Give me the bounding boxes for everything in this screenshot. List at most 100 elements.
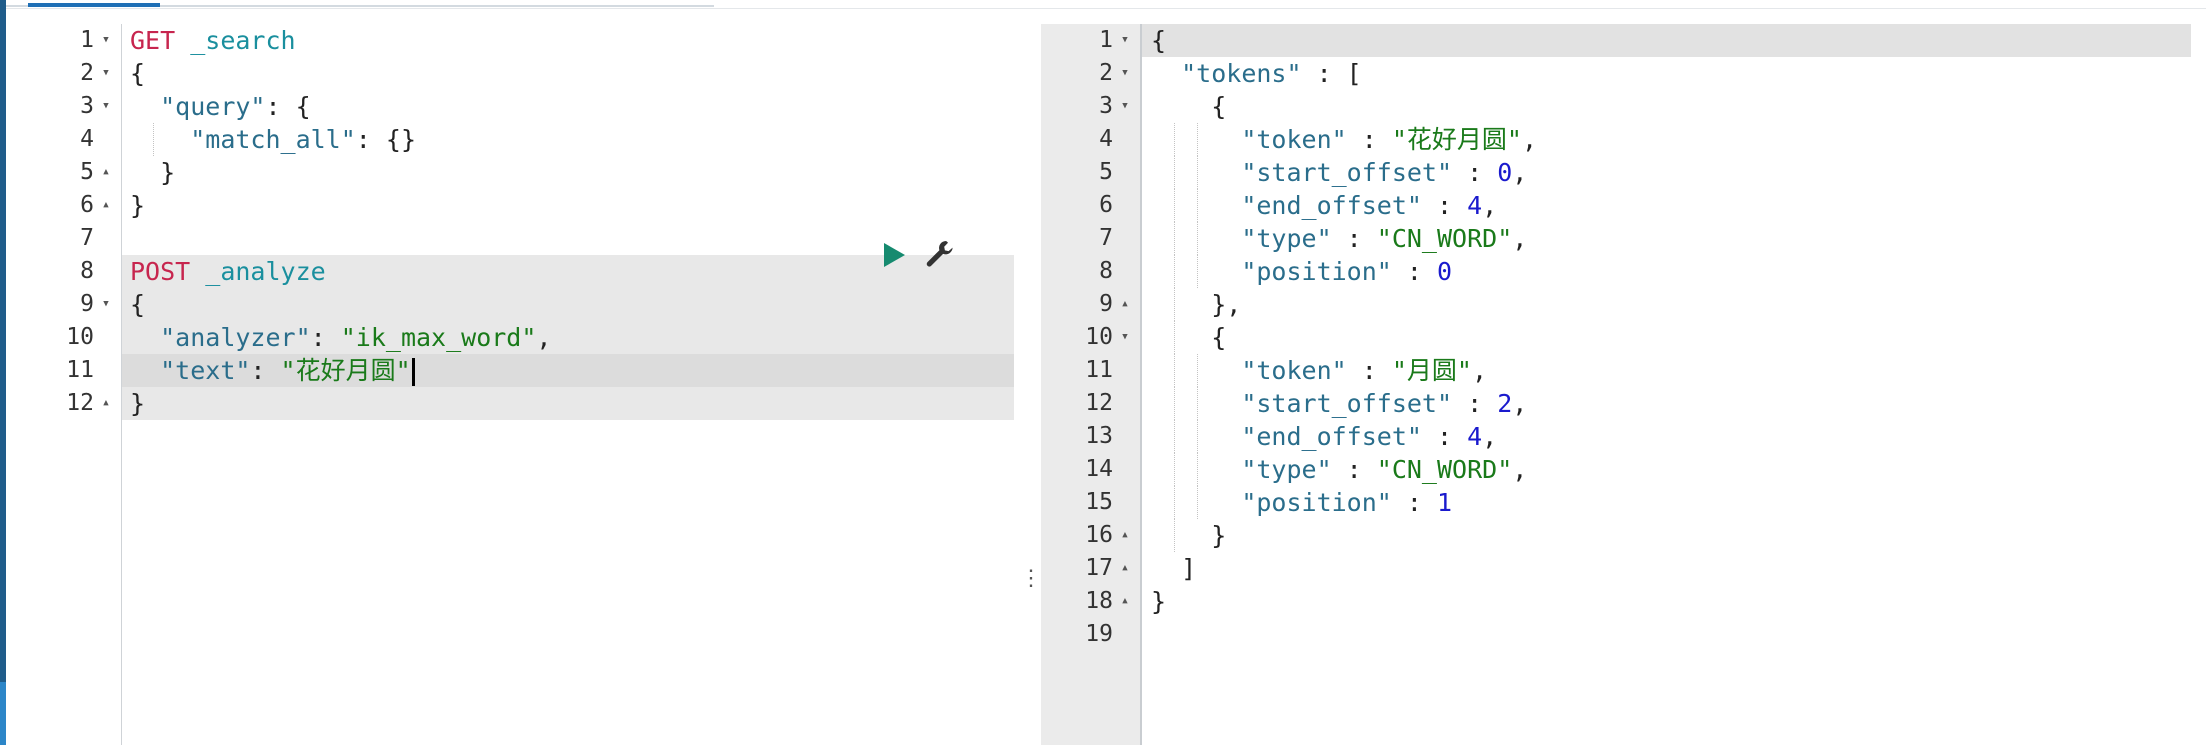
code-text[interactable]: "start_offset" : 2, — [1151, 387, 2191, 420]
code-line[interactable]: 8 POST _analyze — [22, 255, 1014, 288]
code-token: "CN_WORD" — [1376, 224, 1513, 253]
code-line[interactable]: 2 ▼ "tokens" : [ — [1041, 57, 2191, 90]
code-text[interactable]: "position" : 1 — [1151, 486, 2191, 519]
request-editor[interactable]: 1 ▼ GET _search 2 ▼{3 ▼ "query": {4 "match_al… — [22, 24, 1014, 745]
code-text[interactable]: "type" : "CN_WORD", — [1151, 453, 2191, 486]
code-text[interactable]: "type" : "CN_WORD", — [1151, 222, 2191, 255]
code-line[interactable]: 1 ▼ GET _search — [22, 24, 1014, 57]
code-line[interactable]: 6 ▲} — [22, 189, 1014, 222]
fold-end-icon[interactable]: ▲ — [1117, 519, 1133, 552]
code-token: "type" — [1241, 455, 1332, 484]
code-text[interactable]: } — [130, 156, 1014, 189]
code-line[interactable]: 9 ▲ }, — [1041, 288, 2191, 321]
active-tab-indicator[interactable] — [28, 3, 160, 7]
indent-guide — [1197, 255, 1198, 288]
code-line[interactable]: 2 ▼ { — [22, 57, 1014, 90]
code-text[interactable]: "position" : 0 — [1151, 255, 2191, 288]
code-line[interactable]: 4 "match_all": {} — [22, 123, 1014, 156]
code-text[interactable]: }, — [1151, 288, 2191, 321]
fold-collapse-icon[interactable]: ▼ — [1117, 90, 1133, 123]
code-text[interactable]: "start_offset" : 0, — [1151, 156, 2191, 189]
code-text[interactable]: { — [1151, 24, 2191, 57]
code-text[interactable]: "match_all": {} — [130, 123, 1014, 156]
fold-collapse-icon[interactable]: ▼ — [98, 90, 114, 123]
code-line[interactable]: 7 — [22, 222, 1014, 255]
code-token: } — [1151, 587, 1167, 616]
code-token: GET — [130, 26, 176, 55]
code-line[interactable]: 10 ▼ { — [1041, 321, 2191, 354]
code-line[interactable]: 8 "position" : 0 — [1041, 255, 2191, 288]
code-text[interactable]: { — [1151, 321, 2191, 354]
code-text[interactable]: "token" : "月圆", — [1151, 354, 2191, 387]
code-line[interactable]: 5 "start_offset" : 0, — [1041, 156, 2191, 189]
code-text[interactable]: "token" : "花好月圆", — [1151, 123, 2191, 156]
code-text[interactable]: "analyzer": "ik_max_word", — [130, 321, 1014, 354]
code-text[interactable]: } — [130, 387, 1014, 420]
fold-end-icon[interactable]: ▲ — [1117, 552, 1133, 585]
text-cursor — [411, 358, 415, 386]
line-number: 19 — [1085, 621, 1113, 647]
code-token: { — [1151, 26, 1167, 55]
fold-collapse-icon[interactable]: ▼ — [1117, 321, 1133, 354]
code-text[interactable]: { — [130, 57, 1014, 90]
code-line[interactable]: 10 "analyzer": "ik_max_word", — [22, 321, 1014, 354]
code-line[interactable]: 12 ▲} — [22, 387, 1014, 420]
code-line[interactable]: 17 ▲ ] — [1041, 552, 2191, 585]
code-line[interactable]: 5 ▲ } — [22, 156, 1014, 189]
code-text[interactable]: } — [1151, 585, 2191, 618]
code-line[interactable]: 13 "end_offset" : 4, — [1041, 420, 2191, 453]
code-text[interactable]: "query": { — [130, 90, 1014, 123]
pane-resize-handle[interactable]: ⋮ — [1020, 568, 1042, 612]
fold-end-icon[interactable]: ▲ — [1117, 585, 1133, 618]
code-line[interactable]: 4 "token" : "花好月圆", — [1041, 123, 2191, 156]
line-number: 18 — [1085, 588, 1113, 614]
code-line[interactable]: 12 "start_offset" : 2, — [1041, 387, 2191, 420]
code-line[interactable]: 3 ▼ { — [1041, 90, 2191, 123]
code-line[interactable]: 7 "type" : "CN_WORD", — [1041, 222, 2191, 255]
code-text[interactable]: "end_offset" : 4, — [1151, 189, 2191, 222]
left-sidebar-edge-accent — [0, 682, 6, 745]
fold-collapse-icon[interactable]: ▼ — [1117, 24, 1133, 57]
code-line[interactable]: 11 "token" : "月圆", — [1041, 354, 2191, 387]
code-line[interactable]: 15 "position" : 1 — [1041, 486, 2191, 519]
code-text[interactable]: GET _search — [130, 24, 1014, 57]
fold-collapse-icon[interactable]: ▼ — [1117, 57, 1133, 90]
code-text[interactable]: } — [1151, 519, 2191, 552]
code-line[interactable]: 3 ▼ "query": { — [22, 90, 1014, 123]
code-line[interactable]: 18 ▲} — [1041, 585, 2191, 618]
code-token: : — [1391, 257, 1437, 286]
code-line[interactable]: 6 "end_offset" : 4, — [1041, 189, 2191, 222]
code-text[interactable]: "end_offset" : 4, — [1151, 420, 2191, 453]
line-number: 7 — [1099, 225, 1113, 251]
fold-collapse-icon[interactable]: ▼ — [98, 24, 114, 57]
code-line[interactable]: 16 ▲ } — [1041, 519, 2191, 552]
request-options-button[interactable] — [924, 238, 956, 270]
fold-end-icon[interactable]: ▲ — [98, 156, 114, 189]
fold-end-icon[interactable]: ▲ — [98, 387, 114, 420]
fold-collapse-icon[interactable]: ▼ — [98, 57, 114, 90]
response-editor[interactable]: 1 ▼{2 ▼ "tokens" : [3 ▼ {4 "token" : "花好月圆"… — [1041, 24, 2191, 745]
code-token: "ik_max_word" — [340, 323, 537, 352]
code-line[interactable]: 9 ▼ { — [22, 288, 1014, 321]
code-text[interactable]: "text": "花好月圆" — [130, 354, 1014, 387]
top-divider — [6, 8, 2206, 9]
code-text[interactable]: { — [130, 288, 1014, 321]
fold-end-icon[interactable]: ▲ — [98, 189, 114, 222]
code-line[interactable]: 11 "text": "花好月圆" — [22, 354, 1014, 387]
fold-end-icon[interactable]: ▲ — [1117, 288, 1133, 321]
code-line[interactable]: 1 ▼ { — [1041, 24, 2191, 57]
code-text[interactable]: ] — [1151, 552, 2191, 585]
code-text[interactable]: { — [1151, 90, 2191, 123]
code-text[interactable] — [1151, 618, 2191, 651]
code-text[interactable]: } — [130, 189, 1014, 222]
code-text[interactable]: "tokens" : [ — [1151, 57, 2191, 90]
fold-collapse-icon[interactable]: ▼ — [98, 288, 114, 321]
send-request-button[interactable] — [878, 240, 908, 270]
code-token: , — [536, 323, 552, 352]
indent-guide — [1197, 486, 1198, 519]
code-line[interactable]: 19 — [1041, 618, 2191, 651]
code-line[interactable]: 14 "type" : "CN_WORD", — [1041, 453, 2191, 486]
